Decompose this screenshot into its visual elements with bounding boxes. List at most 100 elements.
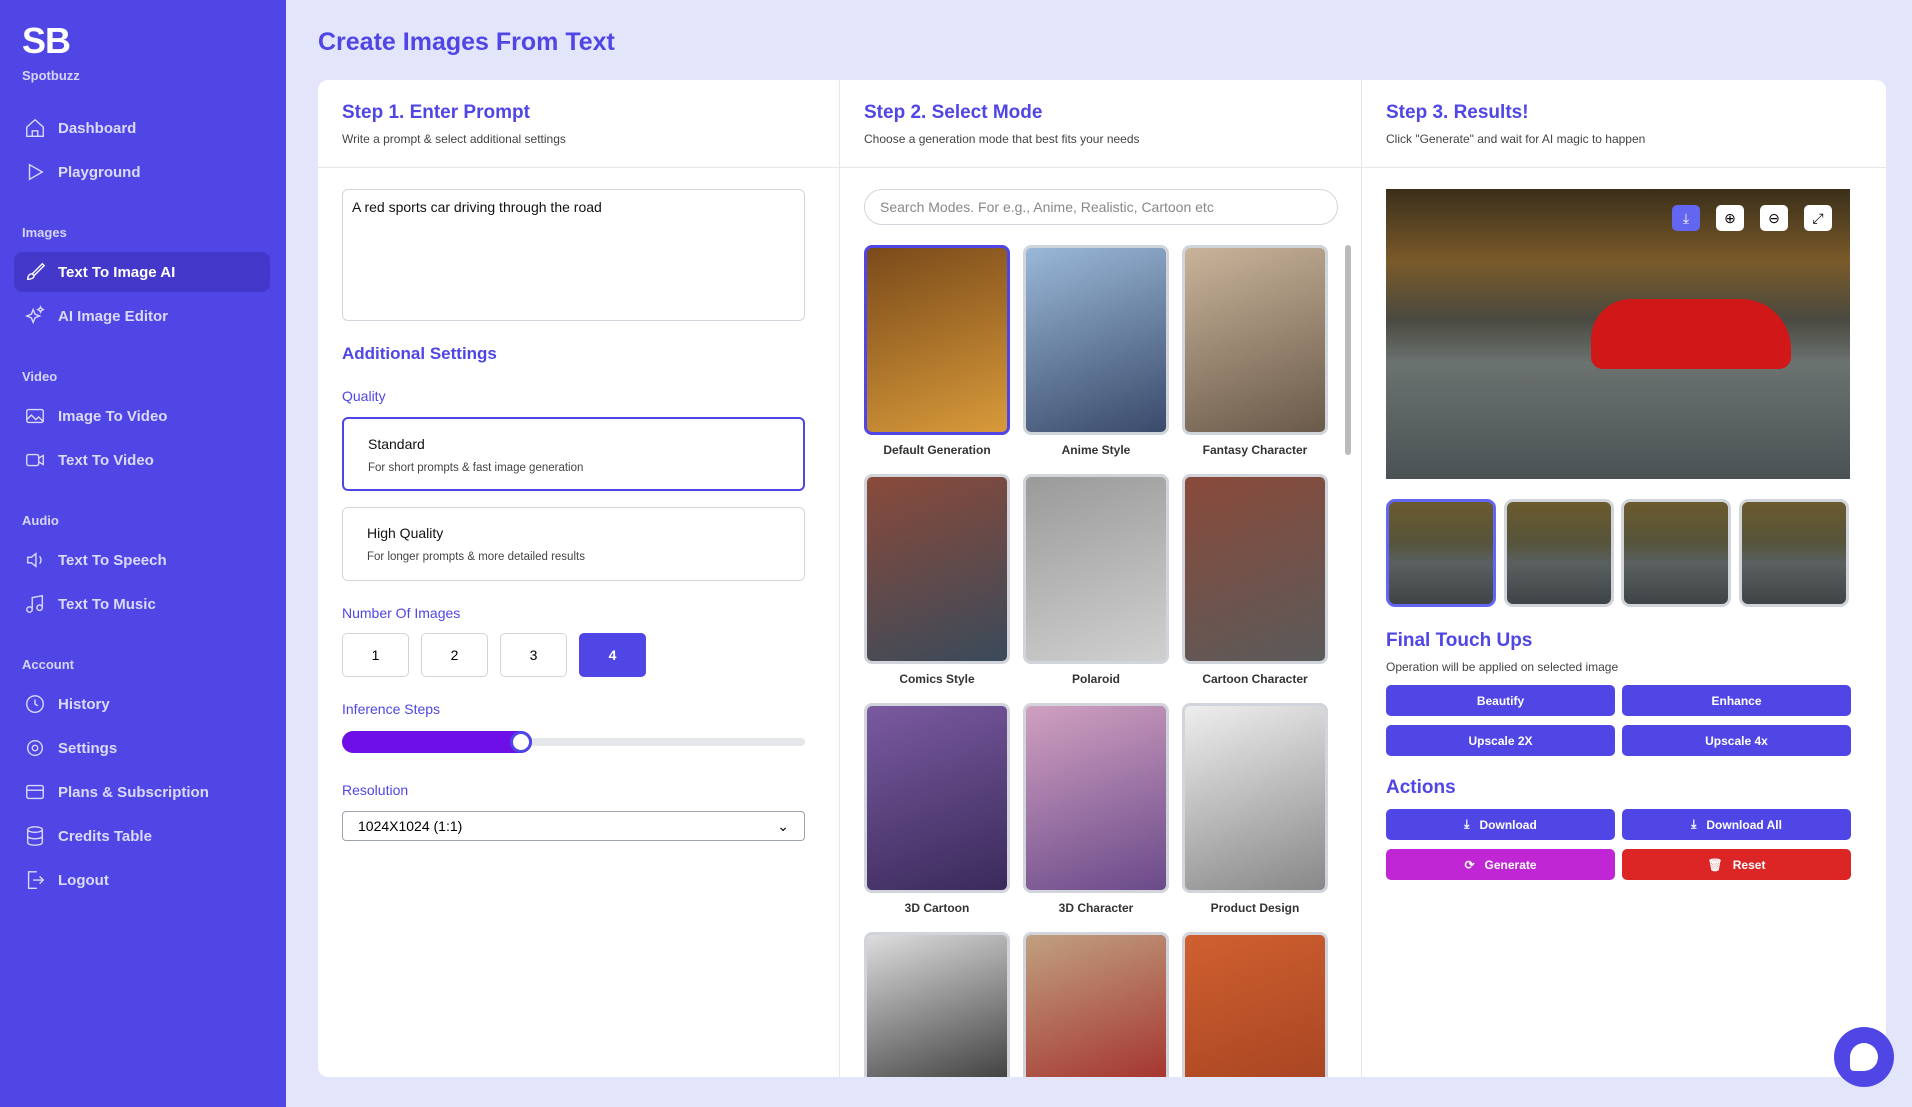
label: Text To Image AI: [58, 263, 176, 281]
additional-settings-heading: Additional Settings: [342, 344, 497, 363]
resolution-select[interactable]: 1024X1024 (1:1) ⌄: [342, 811, 805, 841]
mode-thumbnail: [864, 703, 1010, 893]
quality-standard[interactable]: Standard For short prompts & fast image g…: [342, 417, 805, 491]
sidebar-item-text-to-speech[interactable]: Text To Speech: [14, 540, 270, 580]
mode-caption: Anime Style: [1061, 443, 1131, 457]
reset-button[interactable]: 🗑 Reset: [1622, 849, 1851, 880]
mode-caption: Default Generation: [883, 443, 991, 457]
result-thumb-4[interactable]: [1739, 499, 1849, 607]
refresh-icon: ⟳: [1464, 857, 1475, 872]
step1-column: Step 1. Enter Prompt Write a prompt & sel…: [318, 80, 840, 1077]
image-icon: [26, 408, 44, 424]
inference-steps-label: Inference Steps: [342, 701, 441, 717]
result-thumb-2[interactable]: [1504, 499, 1614, 607]
num-images-2[interactable]: 2: [421, 633, 488, 677]
mode-caption: Product Design: [1210, 901, 1300, 915]
sidebar-item-text-to-music[interactable]: Text To Music: [14, 584, 270, 624]
fullscreen-icon[interactable]: ⤢: [1804, 205, 1832, 231]
mode-card[interactable]: Polaroid: [1023, 474, 1169, 686]
enhance-button[interactable]: Enhance: [1622, 685, 1851, 716]
inference-steps-slider[interactable]: [342, 731, 805, 753]
zoom-out-icon[interactable]: ⊖: [1760, 205, 1788, 231]
zoom-in-icon[interactable]: ⊕: [1716, 205, 1744, 231]
download-all-button[interactable]: ⤓ Download All: [1622, 809, 1851, 840]
chat-button[interactable]: [1834, 1027, 1894, 1087]
play-icon: [28, 163, 44, 181]
mode-card[interactable]: [864, 932, 1010, 1077]
sidebar-item-ai-image-editor[interactable]: AI Image Editor: [14, 296, 270, 336]
step2-title: Step 2. Select Mode: [864, 102, 1043, 123]
logout-icon: [27, 871, 45, 889]
gear-icon: [26, 739, 44, 757]
label: History: [58, 695, 110, 713]
option-title: High Quality: [367, 525, 444, 541]
brush-icon: [26, 262, 46, 281]
video-icon: [26, 453, 44, 467]
sidebar-item-history[interactable]: History: [14, 684, 270, 724]
speaker-icon: [26, 552, 42, 568]
generate-button[interactable]: ⟳ Generate: [1386, 849, 1615, 880]
sidebar-item-dashboard[interactable]: Dashboard: [14, 108, 270, 148]
sidebar-item-text-to-image[interactable]: Text To Image AI: [14, 252, 270, 292]
beautify-button[interactable]: Beautify: [1386, 685, 1615, 716]
sidebar-item-plans[interactable]: Plans & Subscription: [14, 772, 270, 812]
label: Text To Speech: [58, 551, 167, 569]
sidebar-item-playground[interactable]: Playground: [14, 152, 270, 192]
option-desc: For short prompts & fast image generatio…: [368, 462, 584, 474]
mode-card[interactable]: Product Design: [1182, 703, 1328, 915]
section-video: Video: [22, 369, 58, 384]
mode-card[interactable]: 3D Cartoon: [864, 703, 1010, 915]
prompt-input[interactable]: A red sports car driving through the roa…: [342, 189, 805, 321]
sidebar-item-image-to-video[interactable]: Image To Video: [14, 396, 270, 436]
chevron-down-icon: ⌄: [777, 818, 789, 834]
label: Reset: [1732, 857, 1766, 872]
chat-icon: [1850, 1043, 1878, 1071]
clock-icon: [26, 695, 44, 713]
sidebar-item-credits[interactable]: Credits Table: [14, 816, 270, 856]
mode-thumbnail: [1023, 245, 1169, 435]
step3-column: Step 3. Results! Click "Generate" and wai…: [1362, 80, 1886, 1077]
search-modes-input[interactable]: Search Modes. For e.g., Anime, Realistic…: [864, 189, 1338, 225]
mode-card[interactable]: Fantasy Character: [1182, 245, 1328, 457]
mode-caption: Fantasy Character: [1202, 443, 1308, 457]
num-images-3[interactable]: 3: [500, 633, 567, 677]
section-audio: Audio: [22, 513, 59, 528]
logo: SB: [22, 20, 71, 61]
mode-card[interactable]: [1182, 932, 1328, 1077]
mode-thumbnail: [1182, 474, 1328, 664]
card-icon: [26, 784, 44, 800]
resolution-label: Resolution: [342, 782, 409, 798]
music-icon: [26, 594, 44, 613]
step1-subtitle: Write a prompt & select additional setti…: [342, 132, 566, 146]
modes-grid: Default Generation Anime Style Fantasy Cha…: [864, 245, 1344, 1077]
slider-knob[interactable]: [509, 731, 532, 753]
upscale-4x-button[interactable]: Upscale 4x: [1622, 725, 1851, 756]
sidebar-item-text-to-video[interactable]: Text To Video: [14, 440, 270, 480]
mode-card[interactable]: [1023, 932, 1169, 1077]
mode-thumbnail: [864, 932, 1010, 1077]
num-images-1[interactable]: 1: [342, 633, 409, 677]
mode-card[interactable]: Anime Style: [1023, 245, 1169, 457]
step3-subtitle: Click "Generate" and wait for AI magic t…: [1386, 132, 1646, 146]
label: AI Image Editor: [58, 307, 169, 325]
label: Playground: [58, 163, 141, 181]
mode-card[interactable]: 3D Character: [1023, 703, 1169, 915]
download-icon[interactable]: ⤓: [1672, 205, 1700, 231]
mode-card[interactable]: Cartoon Character: [1182, 474, 1328, 686]
label: Text To Video: [58, 451, 154, 469]
sidebar-item-settings[interactable]: Settings: [14, 728, 270, 768]
quality-high[interactable]: High Quality For longer prompts & more de…: [342, 507, 805, 581]
scrollbar[interactable]: [1345, 245, 1351, 455]
result-thumb-1[interactable]: [1386, 499, 1496, 607]
download-button[interactable]: ⤓ Download: [1386, 809, 1615, 840]
num-images-4[interactable]: 4: [579, 633, 646, 677]
mode-card[interactable]: Comics Style: [864, 474, 1010, 686]
mode-card[interactable]: Default Generation: [864, 245, 1010, 457]
label: Download: [1479, 817, 1537, 832]
mode-caption: 3D Cartoon: [904, 901, 970, 915]
upscale-2x-button[interactable]: Upscale 2X: [1386, 725, 1615, 756]
mode-thumbnail: [864, 474, 1010, 664]
sidebar-item-logout[interactable]: Logout: [14, 860, 270, 900]
database-icon: [26, 826, 44, 846]
result-thumb-3[interactable]: [1621, 499, 1731, 607]
